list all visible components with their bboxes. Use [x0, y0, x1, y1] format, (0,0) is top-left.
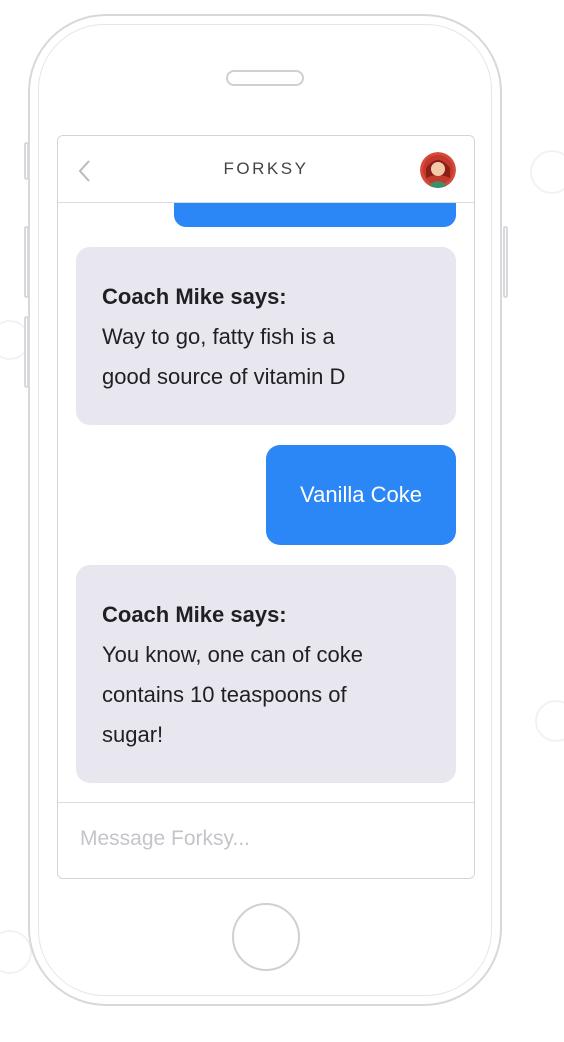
message-line: contains 10 teaspoons of: [102, 682, 347, 707]
coach-name: Coach Mike says:: [102, 284, 287, 309]
user-avatar[interactable]: [420, 152, 456, 188]
volume-up-button: [24, 226, 29, 298]
user-message-bubble-partial: [174, 203, 456, 227]
message-composer: [58, 802, 474, 878]
background-doodle: [0, 930, 32, 974]
message-line: Way to go, fatty fish is a: [102, 324, 335, 349]
app-title: FORKSY: [223, 159, 309, 178]
avatar-icon: [420, 152, 456, 188]
app-screen: FORKSY Coach Mike says: Way to go, fatty…: [57, 135, 475, 879]
message-line: You know, one can of coke: [102, 642, 363, 667]
coach-name: Coach Mike says:: [102, 602, 287, 627]
message-input[interactable]: [72, 821, 468, 857]
volume-down-button: [24, 316, 29, 388]
message-line: good source of vitamin D: [102, 364, 346, 389]
mockup-stage: FORKSY Coach Mike says: Way to go, fatty…: [0, 0, 564, 1042]
chat-thread: Coach Mike says: Way to go, fatty fish i…: [58, 203, 474, 803]
coach-message-bubble: Coach Mike says: You know, one can of co…: [76, 565, 456, 783]
side-button: [24, 142, 29, 180]
background-doodle: [535, 700, 564, 742]
power-button: [503, 226, 508, 298]
app-header: FORKSY: [58, 136, 474, 203]
message-line: sugar!: [102, 722, 164, 747]
background-doodle: [530, 150, 564, 194]
coach-message-bubble: Coach Mike says: Way to go, fatty fish i…: [76, 247, 456, 425]
user-message-text: Vanilla Coke: [300, 482, 422, 507]
home-button[interactable]: [232, 903, 300, 971]
user-message-bubble: Vanilla Coke: [266, 445, 456, 545]
phone-speaker: [226, 70, 304, 86]
